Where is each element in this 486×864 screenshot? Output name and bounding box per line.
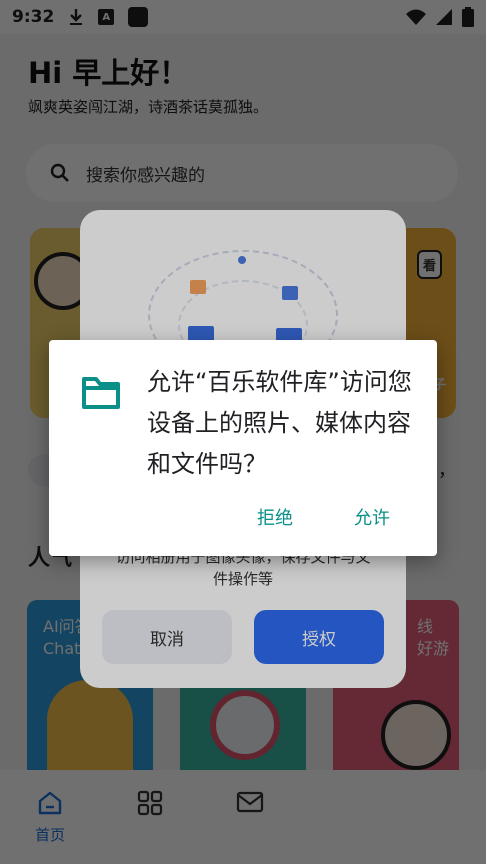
permission-message: 允许“百乐软件库”访问您设备上的照片、媒体内容和文件吗？ (147, 368, 412, 478)
allow-button[interactable]: 允许 (354, 504, 390, 530)
folder-icon (82, 377, 120, 409)
system-permission-dialog: 允许“百乐软件库”访问您设备上的照片、媒体内容和文件吗？ 拒绝 允许 (49, 340, 437, 556)
deny-button[interactable]: 拒绝 (257, 504, 293, 530)
